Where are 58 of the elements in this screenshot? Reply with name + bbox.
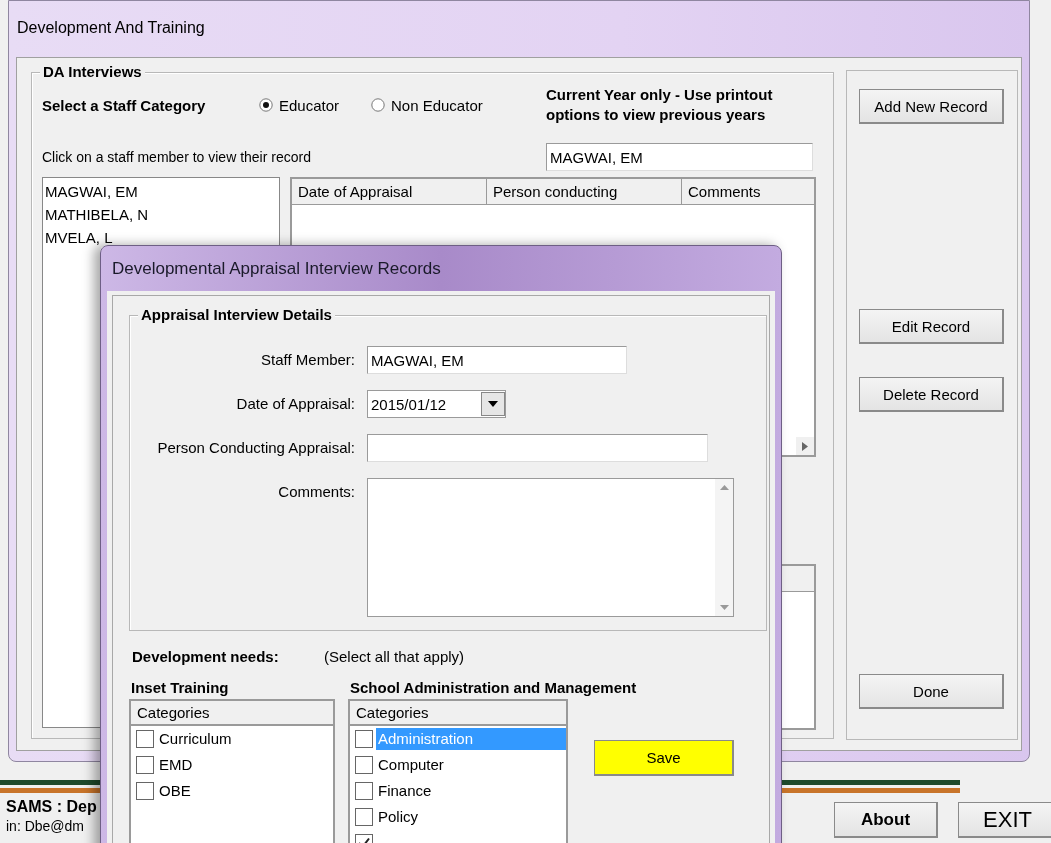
radio-button[interactable] (259, 98, 273, 112)
field-label: Date of Appraisal: (235, 394, 355, 414)
column-header[interactable]: Date of Appraisal (292, 179, 487, 204)
app-title: SAMS : Dep (6, 797, 97, 817)
radio-label[interactable]: Educator (279, 96, 340, 114)
dialog-title: Developmental Appraisal Interview Records (111, 257, 442, 280)
list-item[interactable]: OBE (157, 780, 193, 802)
checkbox[interactable] (355, 782, 373, 800)
staff-list-item[interactable]: MATHIBELA, N (45, 203, 277, 226)
window-title: Development And Training (16, 18, 206, 38)
list-title: School Administration and Management (349, 679, 637, 698)
text-field[interactable] (367, 434, 708, 462)
scroll-down-icon[interactable] (719, 605, 729, 610)
scroll-right-icon[interactable] (802, 441, 808, 451)
field-label: Comments: (277, 482, 355, 502)
record-button[interactable]: Edit Record (859, 309, 1004, 344)
note-text: Current Year only - Use printout options to view previous years (546, 85, 774, 125)
record-button[interactable]: Add New Record (859, 89, 1004, 124)
checkbox[interactable] (355, 756, 373, 774)
about-button[interactable]: About (834, 802, 938, 838)
date-picker[interactable]: 2015/01/12 (367, 390, 506, 418)
list-item[interactable]: EMD (157, 754, 195, 776)
list-title: Inset Training (130, 679, 229, 698)
staff-list-item[interactable]: MAGWAI, EM (45, 180, 277, 203)
checkbox[interactable] (355, 730, 373, 748)
column-header[interactable]: Comments (682, 179, 814, 204)
save-button[interactable]: Save (594, 740, 734, 776)
hint-text: (Select all that apply) (324, 647, 465, 665)
checkbox[interactable] (136, 756, 154, 774)
login-text: in: Dbe@dm (6, 817, 86, 835)
list-item[interactable]: Finance (376, 780, 434, 802)
checkbox[interactable] (355, 808, 373, 826)
selected-staff-field[interactable]: MAGWAI, EM (546, 143, 813, 171)
list-item[interactable]: Curriculum (157, 728, 234, 750)
list-item[interactable]: Policy (376, 806, 420, 828)
field-label: Person Conducting Appraisal: (156, 438, 355, 458)
record-button[interactable]: Delete Record (859, 377, 1004, 412)
checkbox[interactable] (136, 730, 154, 748)
list-item[interactable]: Computer (376, 754, 446, 776)
column-header[interactable]: Categories (131, 701, 333, 726)
column-header[interactable]: Person conducting (487, 179, 682, 204)
group-title: DA Interviews (40, 63, 145, 80)
checkbox[interactable] (136, 782, 154, 800)
field-label: Select a Staff Category (42, 96, 207, 114)
radio-button[interactable] (371, 98, 385, 112)
text-field[interactable]: MAGWAI, EM (367, 346, 627, 374)
staff-list-item[interactable]: MVELA, L (45, 226, 277, 249)
hint-text: Click on a staff member to view their record (42, 149, 312, 165)
exit-button[interactable]: EXIT (958, 802, 1051, 838)
radio-label[interactable]: Non Educator (391, 96, 483, 114)
section-label: Development needs: (131, 647, 280, 665)
scroll-up-icon[interactable] (719, 485, 729, 490)
field-label: Staff Member: (260, 350, 355, 370)
dropdown-arrow-icon[interactable] (488, 401, 498, 407)
text-area[interactable] (367, 478, 734, 617)
group-title: Appraisal Interview Details (138, 306, 335, 323)
column-header[interactable]: Categories (350, 701, 566, 726)
record-button[interactable]: Done (859, 674, 1004, 709)
